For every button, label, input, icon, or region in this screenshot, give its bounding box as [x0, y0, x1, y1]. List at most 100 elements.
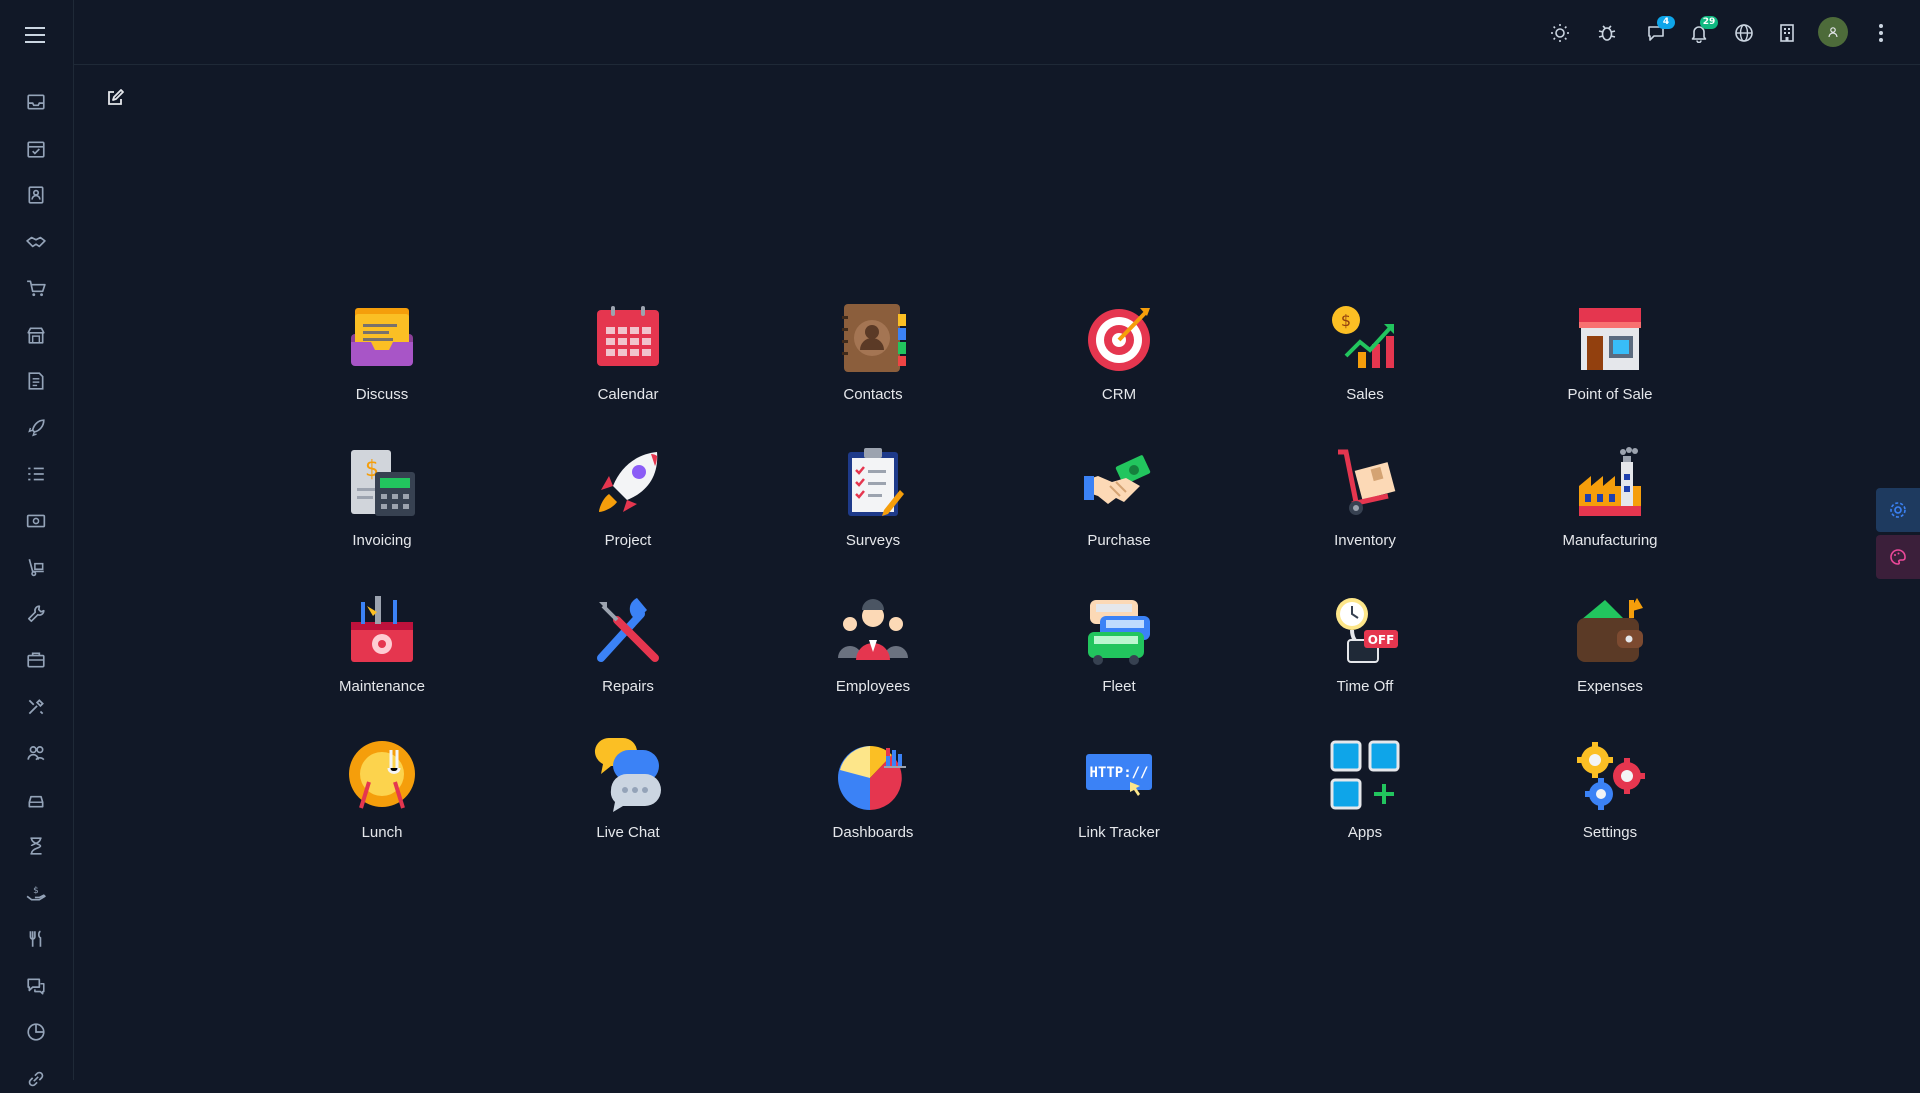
app-tile-project[interactable]: Project [553, 446, 703, 576]
sidebar-money-icon[interactable] [22, 507, 50, 535]
app-tile-apps[interactable]: Apps [1290, 738, 1440, 868]
app-tile-crm[interactable]: CRM [1044, 300, 1194, 430]
app-tile-purchase[interactable]: Purchase [1044, 446, 1194, 576]
app-label: Sales [1346, 386, 1384, 403]
app-label: CRM [1101, 386, 1137, 403]
app-label: Invoicing [352, 532, 412, 549]
app-label: Time Off [1336, 678, 1394, 695]
globe-icon[interactable] [1731, 20, 1757, 46]
app-label: Lunch [361, 824, 403, 841]
app-label: Surveys [845, 532, 901, 549]
app-tile-time-off[interactable]: OFF Time Off [1290, 592, 1440, 722]
svg-text:OFF: OFF [1368, 633, 1395, 647]
sidebar-comments-icon[interactable] [22, 972, 50, 1000]
svg-text:$: $ [1341, 311, 1351, 330]
svg-text:$: $ [33, 886, 39, 896]
cars-icon [1082, 592, 1156, 666]
app-label: Employees [835, 678, 911, 695]
sidebar-handshake-icon[interactable] [22, 228, 50, 256]
app-tile-discuss[interactable]: Discuss [307, 300, 457, 430]
sidebar-car-icon[interactable] [22, 786, 50, 814]
discuss-icon [345, 300, 419, 374]
app-tile-settings[interactable]: Settings [1535, 738, 1685, 868]
sidebar-rocket-icon[interactable] [22, 414, 50, 442]
messages-badge: 4 [1657, 16, 1675, 29]
sidebar-inbox-icon[interactable] [22, 88, 50, 116]
app-tile-inventory[interactable]: Inventory [1290, 446, 1440, 576]
sidebar-briefcase-icon[interactable] [22, 646, 50, 674]
sidebar-dolly-icon[interactable] [22, 553, 50, 581]
user-avatar[interactable] [1818, 17, 1848, 47]
app-tile-calendar[interactable]: Calendar [553, 300, 703, 430]
sidebar-calendar-icon[interactable] [22, 135, 50, 163]
messages-icon[interactable]: 4 [1643, 16, 1675, 46]
more-vertical-icon[interactable] [1868, 20, 1894, 46]
app-label: Inventory [1334, 532, 1396, 549]
app-label: Expenses [1577, 678, 1643, 695]
clock-off-icon: OFF [1328, 592, 1402, 666]
app-tile-link-tracker[interactable]: HTTP:// Link Tracker [1044, 738, 1194, 868]
people-icon [836, 592, 910, 666]
app-label: Link Tracker [1078, 824, 1160, 841]
app-tile-maintenance[interactable]: Maintenance [307, 592, 457, 722]
plate-utensils-icon [345, 738, 419, 812]
customize-gear-icon[interactable] [1876, 488, 1920, 532]
hand-truck-icon [1328, 446, 1402, 520]
app-tile-expenses[interactable]: Expenses [1535, 592, 1685, 722]
sidebar-tools-icon[interactable] [22, 693, 50, 721]
app-label: Repairs [602, 678, 654, 695]
app-label: Purchase [1087, 532, 1151, 549]
app-label: Manufacturing [1562, 532, 1658, 549]
sidebar-wrench-icon[interactable] [22, 600, 50, 628]
app-label: Apps [1347, 824, 1383, 841]
app-tile-point-of-sale[interactable]: Point of Sale [1535, 300, 1685, 430]
sidebar-pie-chart-icon[interactable] [22, 1018, 50, 1046]
sales-chart-icon: $ [1328, 300, 1402, 374]
notifications-badge: 29 [1700, 16, 1718, 29]
app-tile-dashboards[interactable]: Dashboards [798, 738, 948, 868]
factory-icon [1573, 446, 1647, 520]
right-floating-tabs [1872, 488, 1920, 582]
app-tile-lunch[interactable]: Lunch [307, 738, 457, 868]
handshake-money-icon [1082, 446, 1156, 520]
palette-icon[interactable] [1876, 535, 1920, 579]
bug-icon[interactable] [1594, 20, 1620, 46]
edit-icon[interactable] [105, 88, 125, 108]
sidebar-list-icon[interactable] [22, 460, 50, 488]
app-tile-sales[interactable]: $ Sales [1290, 300, 1440, 430]
toolbox-icon [345, 592, 419, 666]
app-tile-contacts[interactable]: Contacts [798, 300, 948, 430]
app-label: Maintenance [339, 678, 425, 695]
sidebar-invoice-icon[interactable] [22, 367, 50, 395]
chat-bubbles-icon [591, 737, 665, 812]
sidebar: $ [0, 0, 74, 1086]
building-icon[interactable] [1774, 20, 1800, 46]
app-tile-repairs[interactable]: Repairs [553, 592, 703, 722]
rocket-icon [591, 446, 665, 520]
bell-icon[interactable]: 29 [1686, 16, 1718, 46]
app-tile-invoicing[interactable]: $ Invoicing [307, 446, 457, 576]
gears-icon [1573, 738, 1647, 812]
sidebar-utensils-icon[interactable] [22, 925, 50, 953]
calendar-icon [591, 300, 665, 374]
sidebar-hand-coin-icon[interactable]: $ [22, 879, 50, 907]
sidebar-cart-icon[interactable] [22, 274, 50, 302]
hamburger-menu-icon[interactable] [22, 22, 48, 48]
sidebar-link-icon[interactable] [22, 1065, 50, 1093]
app-tile-live-chat[interactable]: Live Chat [553, 737, 703, 868]
app-tile-manufacturing[interactable]: Manufacturing [1535, 446, 1685, 576]
sun-icon[interactable] [1547, 20, 1573, 46]
sidebar-store-icon[interactable] [22, 321, 50, 349]
sidebar-hourglass-icon[interactable] [22, 832, 50, 860]
app-label: Project [604, 532, 652, 549]
app-label: Settings [1582, 824, 1638, 841]
app-tile-fleet[interactable]: Fleet [1044, 592, 1194, 722]
app-tile-employees[interactable]: Employees [798, 592, 948, 722]
sidebar-users-icon[interactable] [22, 739, 50, 767]
http-link-icon: HTTP:// [1082, 738, 1156, 812]
contacts-icon [836, 300, 910, 374]
sidebar-contacts-icon[interactable] [22, 181, 50, 209]
clipboard-icon [836, 446, 910, 520]
app-label: Contacts [843, 386, 903, 403]
app-tile-surveys[interactable]: Surveys [798, 446, 948, 576]
